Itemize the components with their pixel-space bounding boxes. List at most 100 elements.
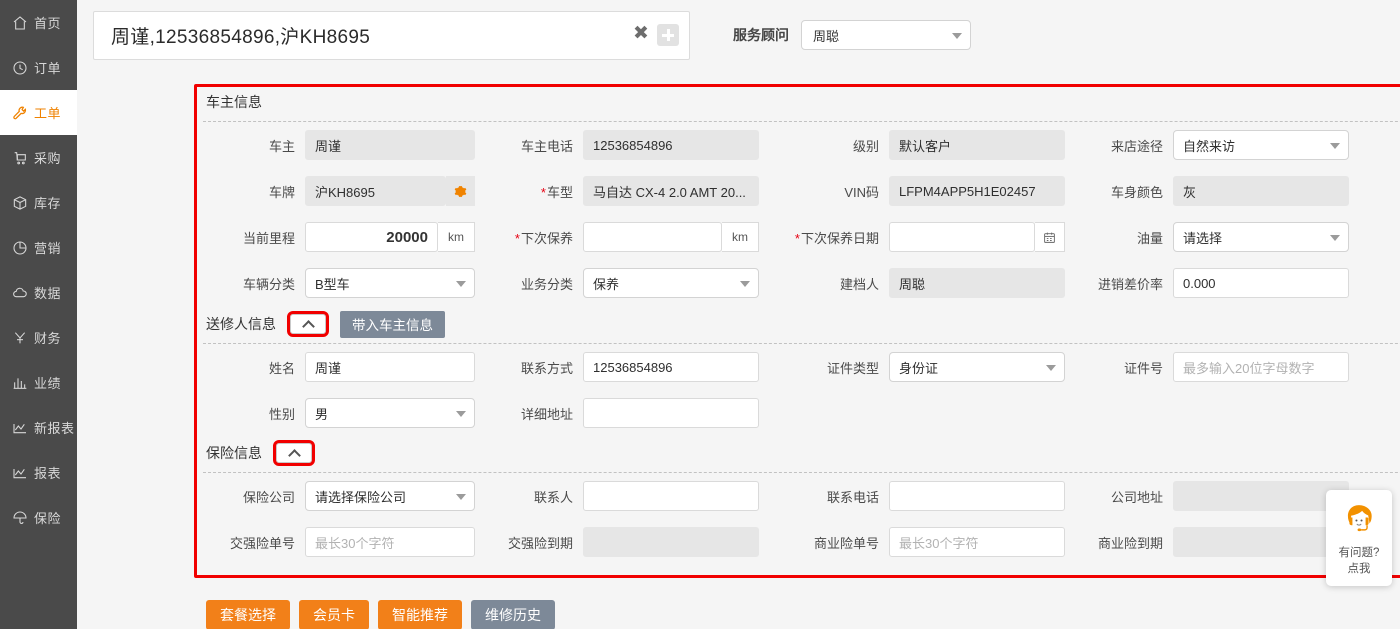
sidebar-label: 新报表 xyxy=(34,421,75,436)
sidebar-item-performance[interactable]: 业绩 xyxy=(0,360,77,405)
calendar-icon[interactable] xyxy=(1035,222,1065,252)
insurance-phone-input[interactable] xyxy=(889,481,1065,511)
topbar: 周谨,12536854896,沪KH8695 ✖ 服务顾问 周聪 xyxy=(77,0,1400,70)
plus-icon[interactable] xyxy=(657,24,679,46)
form-row: 姓名 周谨 联系方式 12536854896 证件类型 身份证 证件号 最多输入… xyxy=(197,344,1400,390)
id-number-input[interactable]: 最多输入20位字母数字 xyxy=(1173,352,1349,382)
margin-rate-input[interactable]: 0.000 xyxy=(1173,268,1349,298)
line-chart-icon xyxy=(11,464,28,481)
owner-phone-value: 12536854896 xyxy=(583,130,759,160)
field-label: 姓名 xyxy=(268,360,295,376)
member-card-button[interactable]: 会员卡 xyxy=(299,600,369,629)
sidebar-item-new-report[interactable]: 新报表 xyxy=(0,405,77,450)
package-select-button[interactable]: 套餐选择 xyxy=(206,600,290,629)
sidebar-item-report[interactable]: 报表 xyxy=(0,450,77,495)
sidebar-item-home[interactable]: 首页 xyxy=(0,0,77,45)
owner-section-title: 车主信息 xyxy=(206,94,262,110)
sidebar-item-purchase[interactable]: 采购 xyxy=(0,135,77,180)
sidebar: 首页 订单 工单 采购 库存 营销 数据 财务 业绩 新报表 报表 保险 xyxy=(0,0,77,629)
field-label: 车主 xyxy=(268,138,295,154)
sidebar-item-workorder[interactable]: 工单 xyxy=(0,90,77,135)
field-label: 证件类型 xyxy=(826,360,879,376)
smart-recommend-button[interactable]: 智能推荐 xyxy=(378,600,462,629)
gender-select[interactable]: 男 xyxy=(305,398,475,428)
field-visit-channel: 来店途径 自然来访 xyxy=(1065,122,1349,168)
home-icon xyxy=(11,14,28,31)
field-label: 车主电话 xyxy=(520,138,573,154)
field-label: 商业险单号 xyxy=(813,535,879,551)
sidebar-item-inventory[interactable]: 库存 xyxy=(0,180,77,225)
model-value: 马自达 CX-4 2.0 AMT 20... xyxy=(583,176,759,206)
chevron-down-icon xyxy=(456,281,466,287)
field-body-color: 车身颜色 灰 xyxy=(1065,168,1349,214)
vehicle-class-select[interactable]: B型车 xyxy=(305,268,475,298)
copy-owner-info-button[interactable]: 带入车主信息 xyxy=(340,310,445,338)
field-label: 当前里程 xyxy=(242,230,295,246)
insurance-section-title: 保险信息 xyxy=(206,445,262,461)
sender-name-input[interactable]: 周谨 xyxy=(305,352,475,382)
chevron-down-icon xyxy=(740,281,750,287)
field-label: 业务分类 xyxy=(520,276,573,292)
address-input[interactable] xyxy=(583,398,759,428)
mileage-input[interactable]: 20000 xyxy=(305,222,438,252)
field-creator: 建档人 周聪 xyxy=(759,260,1065,306)
field-vehicle-class: 车辆分类 B型车 xyxy=(197,260,475,306)
next-service-input[interactable] xyxy=(583,222,722,252)
next-service-unit: km xyxy=(722,222,759,252)
customer-search-box[interactable]: 周谨,12536854896,沪KH8695 ✖ xyxy=(93,10,690,60)
comm-expiry-value xyxy=(1173,527,1349,557)
close-icon[interactable]: ✖ xyxy=(631,24,651,45)
id-type-value: 身份证 xyxy=(899,360,939,376)
sidebar-item-marketing[interactable]: 营销 xyxy=(0,225,77,270)
field-margin-rate: 进销差价率 0.000 xyxy=(1065,260,1349,306)
repair-history-button[interactable]: 维修历史 xyxy=(471,600,555,629)
support-chat-widget[interactable]: 有问题? 点我 xyxy=(1326,490,1392,586)
chevron-down-icon xyxy=(456,411,466,417)
chevron-down-icon xyxy=(1046,365,1056,371)
fuel-select[interactable]: 请选择 xyxy=(1173,222,1349,252)
field-id-type: 证件类型 身份证 xyxy=(759,344,1065,390)
field-next-service: *下次保养 km xyxy=(475,214,759,260)
form-row: 性别 男 详细地址 xyxy=(197,390,1400,436)
business-class-value: 保养 xyxy=(593,276,620,292)
id-type-select[interactable]: 身份证 xyxy=(889,352,1065,382)
service-adviser-label: 服务顾问 xyxy=(733,27,789,43)
form-row: 当前里程 20000 km *下次保养 km *下次保养日期 油量 请选择 xyxy=(197,214,1400,260)
comm-number-input[interactable]: 最长30个字符 xyxy=(889,527,1065,557)
sender-contact-input[interactable]: 12536854896 xyxy=(583,352,759,382)
insurance-company-select[interactable]: 请选择保险公司 xyxy=(305,481,475,511)
sidebar-label: 采购 xyxy=(34,151,62,166)
field-owner-phone: 车主电话 12536854896 xyxy=(475,122,759,168)
sidebar-item-insurance[interactable]: 保险 xyxy=(0,495,77,540)
field-label: 保险公司 xyxy=(242,489,295,505)
field-company-address: 公司地址 xyxy=(1065,473,1349,519)
chevron-down-icon xyxy=(456,494,466,500)
business-class-select[interactable]: 保养 xyxy=(583,268,759,298)
field-label: 商业险到期 xyxy=(1097,535,1163,551)
field-address: 详细地址 xyxy=(475,390,759,436)
sidebar-label: 财务 xyxy=(34,331,62,346)
creator-value: 周聪 xyxy=(889,268,1065,298)
insurance-contact-input[interactable] xyxy=(583,481,759,511)
field-ctp-number: 交强险单号 最长30个字符 xyxy=(197,519,475,565)
field-insurance-phone: 联系电话 xyxy=(759,473,1065,519)
visit-channel-select[interactable]: 自然来访 xyxy=(1173,130,1349,160)
gear-icon[interactable] xyxy=(446,176,475,206)
ctp-number-input[interactable]: 最长30个字符 xyxy=(305,527,475,557)
insurance-collapse-toggle[interactable] xyxy=(273,440,315,466)
sender-collapse-toggle[interactable] xyxy=(287,311,329,337)
sidebar-item-finance[interactable]: 财务 xyxy=(0,315,77,360)
service-adviser-select[interactable]: 周聪 xyxy=(801,20,971,50)
next-service-date-input[interactable] xyxy=(889,222,1035,252)
vehicle-class-value: B型车 xyxy=(315,276,350,292)
field-label: 公司地址 xyxy=(1110,489,1163,505)
field-sender-name: 姓名 周谨 xyxy=(197,344,475,390)
field-insurance-company: 保险公司 请选择保险公司 xyxy=(197,473,475,519)
search-input[interactable]: 周谨,12536854896,沪KH8695 xyxy=(111,22,631,49)
sidebar-item-data[interactable]: 数据 xyxy=(0,270,77,315)
chat-line-1: 有问题? xyxy=(1338,546,1380,559)
sidebar-item-orders[interactable]: 订单 xyxy=(0,45,77,90)
owner-name-value: 周谨 xyxy=(305,130,475,160)
chevron-up-icon xyxy=(301,319,315,333)
field-gender: 性别 男 xyxy=(197,390,475,436)
